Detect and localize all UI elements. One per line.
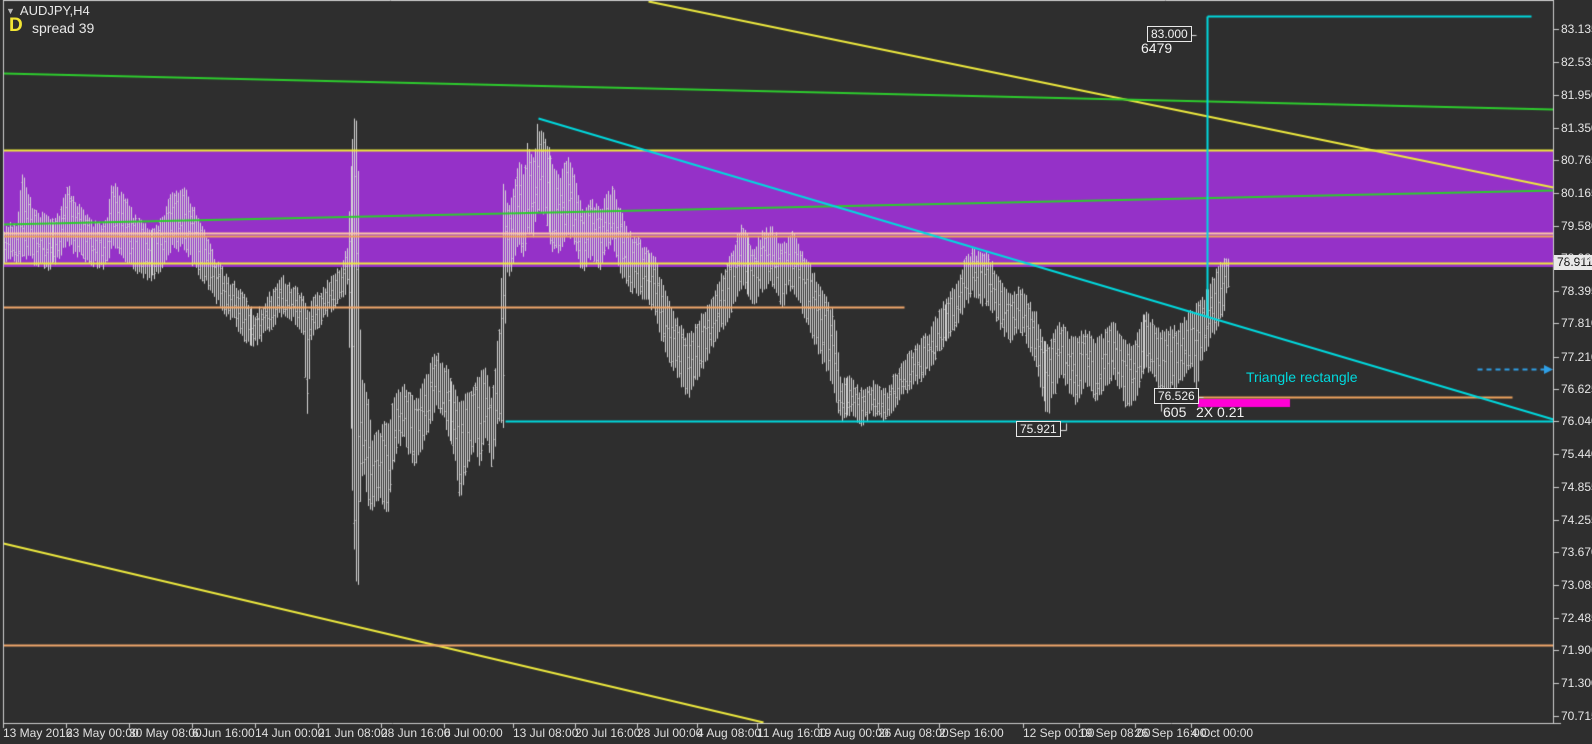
x-axis-label: 4 Aug 08:00 — [697, 726, 762, 740]
x-axis-label: 6 Jul 00:00 — [444, 726, 503, 740]
price-label-box-75921[interactable]: 75.921 — [1016, 421, 1061, 437]
x-axis-label: 13 May 2016 — [3, 726, 73, 740]
y-axis-label: 81.950 — [1561, 88, 1592, 102]
y-axis-label: 81.350 — [1561, 121, 1592, 135]
y-axis-label: 78.985 — [1561, 251, 1592, 265]
x-axis-label: 6 Jun 16:00 — [192, 726, 255, 740]
x-axis-label: 30 May 08:00 — [129, 726, 202, 740]
x-axis-label: 14 Jun 00:00 — [255, 726, 325, 740]
measure-2x-label[interactable]: 2X 0.21 — [1196, 404, 1244, 420]
symbol-timeframe-title: AUDJPY,H4 — [19, 3, 90, 18]
y-axis-label: 77.810 — [1561, 316, 1592, 330]
y-axis-label: 78.395 — [1561, 284, 1592, 298]
x-axis-label: 20 Jul 16:00 — [575, 726, 641, 740]
y-axis-label: 83.135 — [1561, 22, 1592, 36]
indicator-letter: D — [9, 15, 23, 36]
y-axis-label: 72.485 — [1561, 611, 1592, 625]
y-axis-label: 74.255 — [1561, 513, 1592, 527]
y-axis-label: 74.855 — [1561, 480, 1592, 494]
y-axis-label: 82.535 — [1561, 55, 1592, 69]
y-axis-label: 70.715 — [1561, 709, 1592, 723]
y-axis-label: 80.165 — [1561, 186, 1592, 200]
chart-window: ▼ AUDJPY,H4 D spread 39 83.000 6479 Trian… — [0, 0, 1592, 744]
y-axis-label: 75.440 — [1561, 447, 1592, 461]
triangle-rectangle-label[interactable]: Triangle rectangle — [1246, 369, 1358, 385]
x-axis-label: 2 Sep 16:00 — [939, 726, 1004, 740]
x-axis-label: 28 Jul 00:00 — [637, 726, 703, 740]
x-axis-label: 4 Oct 00:00 — [1191, 726, 1254, 740]
y-axis-label: 73.085 — [1561, 578, 1592, 592]
y-axis-label: 71.900 — [1561, 643, 1592, 657]
x-axis-label: 23 May 00:00 — [66, 726, 139, 740]
x-axis-label: 13 Jul 08:00 — [513, 726, 579, 740]
y-axis-label: 73.670 — [1561, 545, 1592, 559]
price-label-box-76526[interactable]: 76.526 — [1154, 388, 1199, 404]
points-6479-label[interactable]: 6479 — [1141, 40, 1172, 56]
x-axis-label: 11 Aug 16:00 — [757, 726, 827, 740]
points-605-label[interactable]: 605 — [1163, 404, 1186, 420]
x-axis-label: 28 Jun 16:00 — [381, 726, 451, 740]
spread-label: spread 39 — [32, 20, 95, 36]
y-axis-label: 76.625 — [1561, 382, 1592, 396]
y-axis-label: 76.040 — [1561, 414, 1592, 428]
y-axis-label: 71.300 — [1561, 676, 1592, 690]
y-axis-label: 77.210 — [1561, 350, 1592, 364]
y-axis-label: 80.765 — [1561, 153, 1592, 167]
x-axis-label: 21 Jun 08:00 — [318, 726, 388, 740]
y-axis-label: 79.580 — [1561, 219, 1592, 233]
